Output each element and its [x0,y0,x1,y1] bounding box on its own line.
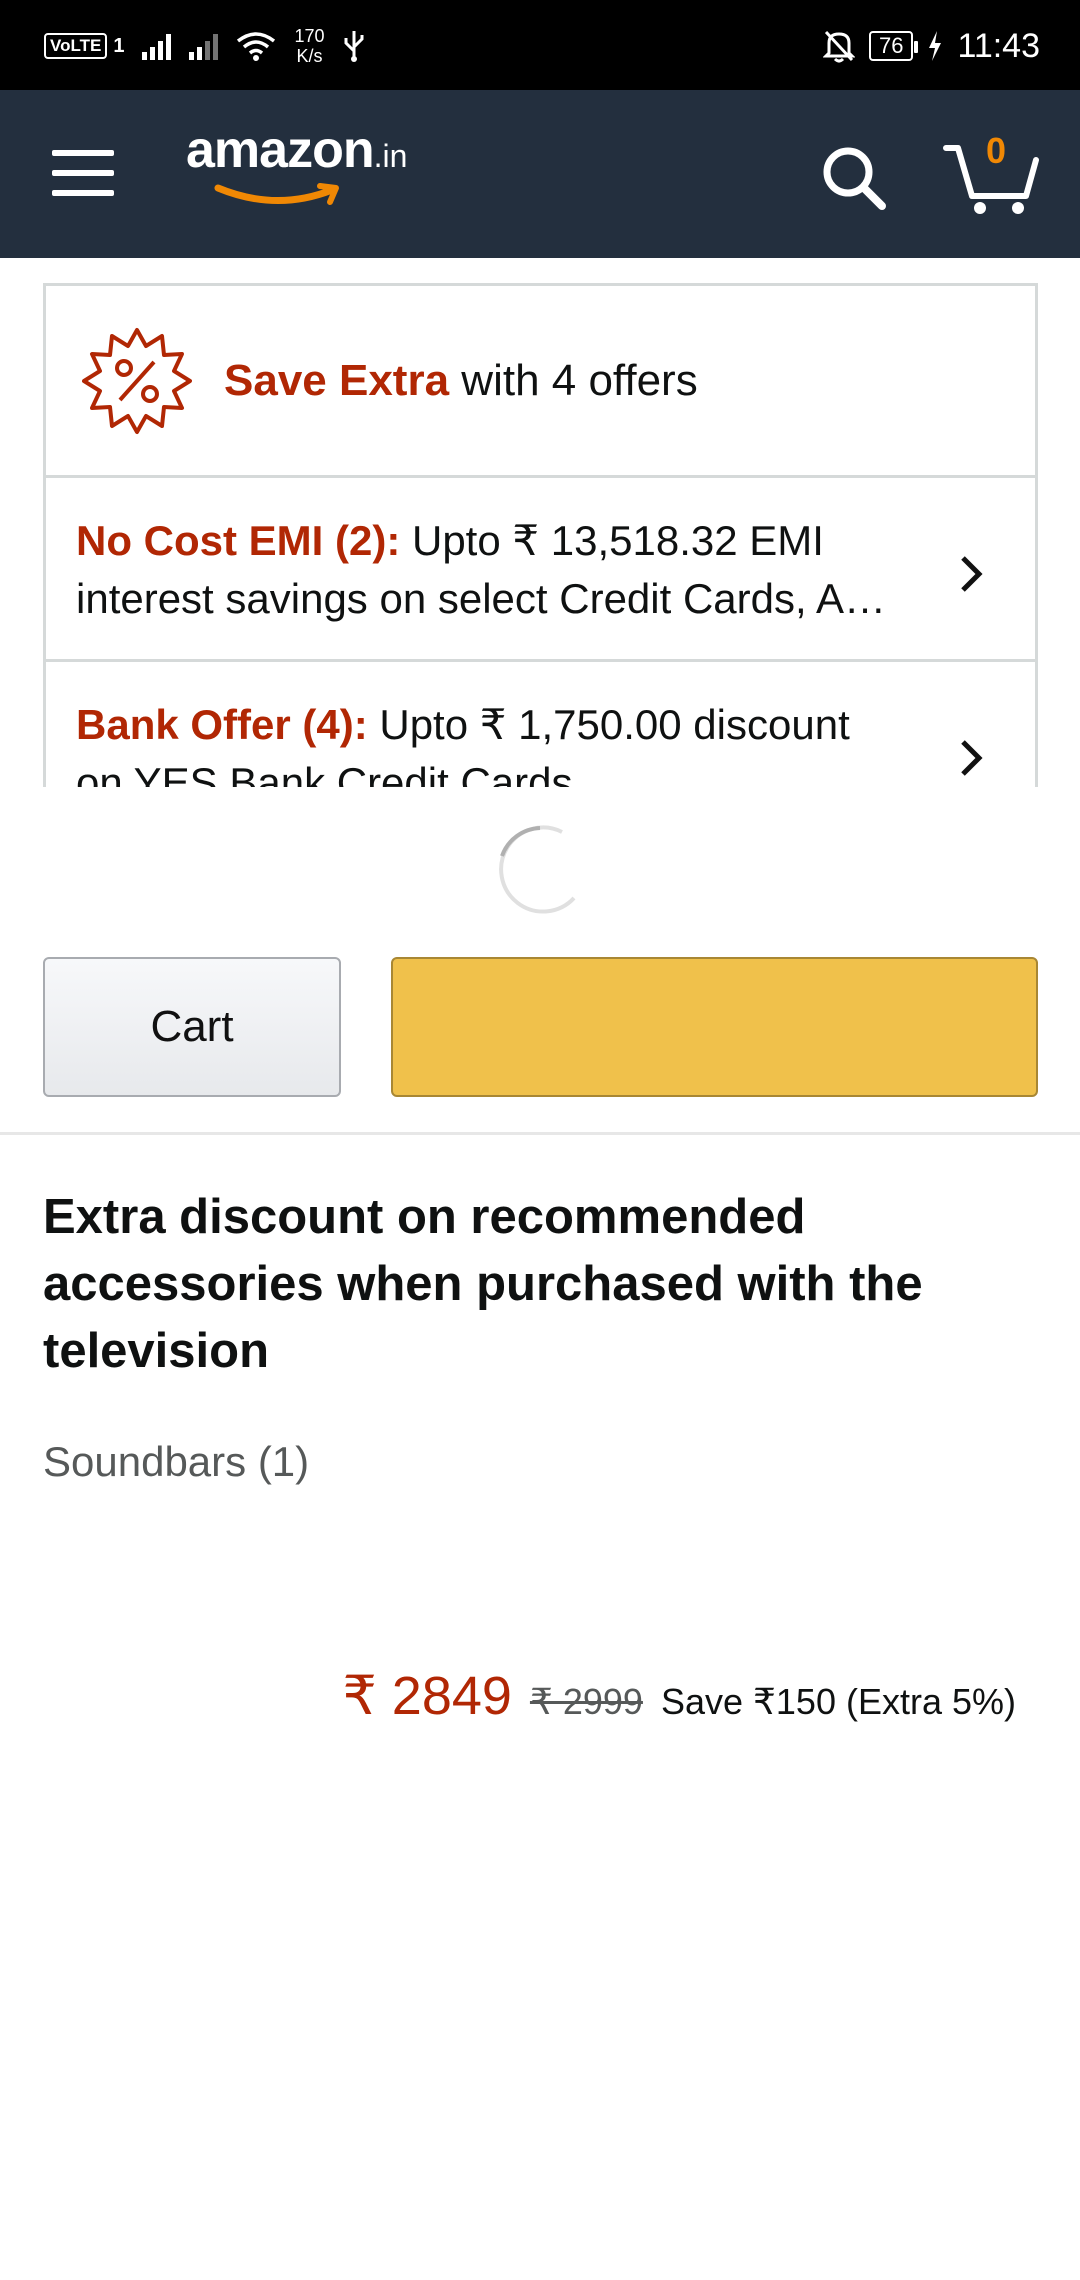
battery-indicator: 76 [868,31,919,61]
offer-label: Bank Offer (4): [76,701,368,748]
volte-indicator: VoLTE [44,33,108,59]
recommend-category[interactable]: Soundbars (1) [43,1438,309,1486]
offers-panel: Save Extra with 4 offers No Cost EMI (2)… [43,283,1038,787]
speed-unit: K/s [296,46,323,66]
cart-button[interactable]: 0 [942,130,1042,218]
offers-header: Save Extra with 4 offers [46,286,1035,478]
price-savings: Save ₹150 (Extra 5%) [660,1681,1016,1722]
offer-text: Upto ₹ 1,750.00 discount [367,701,850,748]
signal-sim2-icon [189,32,219,60]
chevron-right-icon [961,556,983,592]
network-speed: 170 K/s [294,26,324,66]
charging-icon [929,31,942,61]
signal-icon [142,32,172,60]
section-divider [0,1132,1080,1135]
add-to-cart-button[interactable]: Cart [43,957,341,1097]
offer-text: Upto ₹ 13,518.32 EMI [400,517,824,564]
menu-icon[interactable] [52,150,114,196]
offer-text-line2: interest savings on select Credit Cards,… [76,575,887,622]
search-icon[interactable] [818,142,890,214]
accessory-price: ₹ 2849 ₹ 2999 Save ₹150 (Extra 5%) [342,1664,1016,1727]
logo-text: amazon [186,121,375,179]
offer-label: No Cost EMI (2): [76,517,401,564]
loading-spinner-icon [499,825,576,914]
offer-no-cost-emi[interactable]: No Cost EMI (2): Upto ₹ 13,518.32 EMI in… [46,478,1035,662]
cart-count-badge: 0 [985,130,1007,171]
discount-badge-icon [82,328,192,434]
usb-icon [344,31,364,62]
volte-slot: 1 [113,34,125,57]
chevron-right-icon [961,740,983,776]
logo-tld: .in [373,138,408,174]
amazon-logo[interactable]: amazon.in [186,120,408,205]
app-header: amazon.in 0 [0,90,1080,258]
logo-smile-icon [214,183,339,205]
status-bar: VoLTE 1 170 K/s 76 11:43 [0,0,1080,90]
save-extra-label: Save Extra [224,356,450,405]
buy-now-button[interactable] [391,957,1038,1097]
status-right-icons: 76 11:43 [822,18,1040,74]
wifi-icon [237,32,276,61]
price-current: ₹ 2849 [342,1666,512,1726]
price-original: ₹ 2999 [529,1681,643,1722]
speed-value: 170 [294,26,325,46]
offer-bank-offer[interactable]: Bank Offer (4): Upto ₹ 1,750.00 discount… [46,662,1035,787]
clock: 11:43 [957,26,1040,65]
status-left-icons: VoLTE 1 170 K/s [44,18,366,74]
offers-headline: Save Extra with 4 offers [224,356,698,406]
offer-text-line2: on YES Bank Credit Cards [76,759,573,787]
notifications-off-icon [822,30,855,63]
recommend-title: Extra discount on recommended accessorie… [43,1190,923,1378]
offers-count-text: with 4 offers [449,356,698,405]
